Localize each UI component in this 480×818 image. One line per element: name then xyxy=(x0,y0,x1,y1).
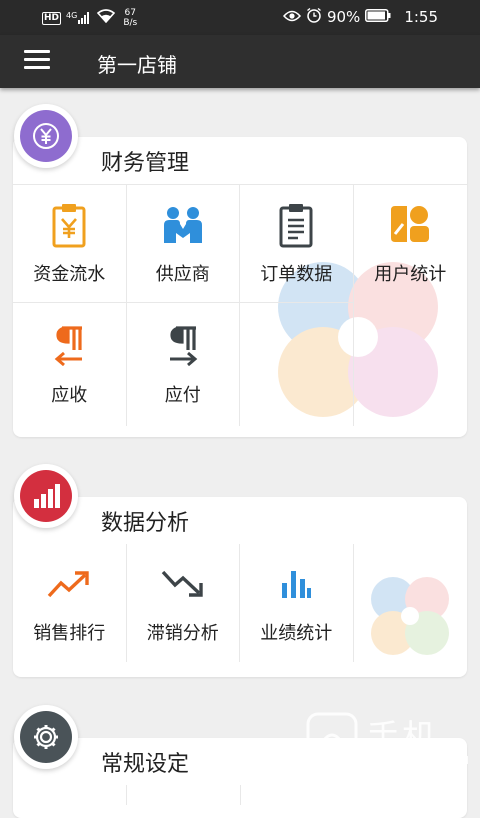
analysis-grid: 销售排行 滞销分析 业绩统计 xyxy=(13,544,467,662)
grid-item-supplier[interactable]: 供应商 xyxy=(127,184,241,302)
trend-up-icon xyxy=(46,561,92,607)
yen-icon xyxy=(20,110,72,162)
grid-item-sales-ranking[interactable]: 销售排行 xyxy=(13,544,127,662)
battery-icon xyxy=(365,8,391,26)
payable-icon xyxy=(160,323,206,369)
eye-icon xyxy=(283,8,301,26)
bar-chart-icon xyxy=(20,470,72,522)
grid-item-performance[interactable]: 业绩统计 xyxy=(240,544,354,662)
page-title: 第一店铺 xyxy=(97,49,177,78)
trend-down-icon xyxy=(160,561,206,607)
mouse-logo-icon xyxy=(304,710,360,766)
analysis-card: 数据分析 销售排行 滞销分析 业绩统计 xyxy=(13,497,467,677)
app-bar: 第一店铺 xyxy=(0,35,480,88)
section-title: 数据分析 xyxy=(101,505,189,537)
yen-clipboard-icon xyxy=(46,202,92,248)
bar-stats-icon xyxy=(273,561,319,607)
settings-badge xyxy=(14,705,78,769)
grid-item-empty xyxy=(354,544,468,662)
grid-item-payable[interactable]: 应付 xyxy=(127,302,241,426)
hamburger-icon xyxy=(24,50,50,53)
grid-item-receivable[interactable]: 应收 xyxy=(13,302,127,426)
status-bar: HD 4G 67 B/s 90% 1:55 xyxy=(0,0,480,35)
receivable-icon xyxy=(46,323,92,369)
wifi-icon xyxy=(97,9,115,27)
network-speed: 67 B/s xyxy=(123,8,137,28)
section-title: 财务管理 xyxy=(101,145,189,177)
gear-icon xyxy=(20,711,72,763)
alarm-icon xyxy=(306,7,322,27)
battery-percent: 90% xyxy=(327,8,360,26)
grid-item-cash-flow[interactable]: 资金流水 xyxy=(13,184,127,302)
finance-card: 财务管理 资金流水 供应商 订单数据 用户统计 xyxy=(13,137,467,437)
clipboard-list-icon xyxy=(273,202,319,248)
grid-item-empty xyxy=(240,302,354,426)
hd-indicator: HD xyxy=(42,12,61,25)
grid-item-slow-sales[interactable]: 滞销分析 xyxy=(127,544,241,662)
signal-icon: 4G xyxy=(65,12,89,24)
watermark-url: SHOUJISHU.COM xyxy=(366,754,470,767)
network-type: 4G xyxy=(66,11,77,20)
grid-item-user-stats[interactable]: 用户统计 xyxy=(354,184,468,302)
finance-badge xyxy=(14,104,78,168)
user-stats-icon xyxy=(387,202,433,248)
menu-button[interactable] xyxy=(24,50,50,72)
site-watermark: 手机鼠 SHOUJISHU.COM xyxy=(304,700,464,790)
analysis-badge xyxy=(14,464,78,528)
handshake-people-icon xyxy=(160,202,206,248)
finance-grid: 资金流水 供应商 订单数据 用户统计 应收 xyxy=(13,184,467,426)
section-title: 常规设定 xyxy=(101,746,189,778)
clock: 1:55 xyxy=(404,8,438,26)
grid-item-order-data[interactable]: 订单数据 xyxy=(240,184,354,302)
